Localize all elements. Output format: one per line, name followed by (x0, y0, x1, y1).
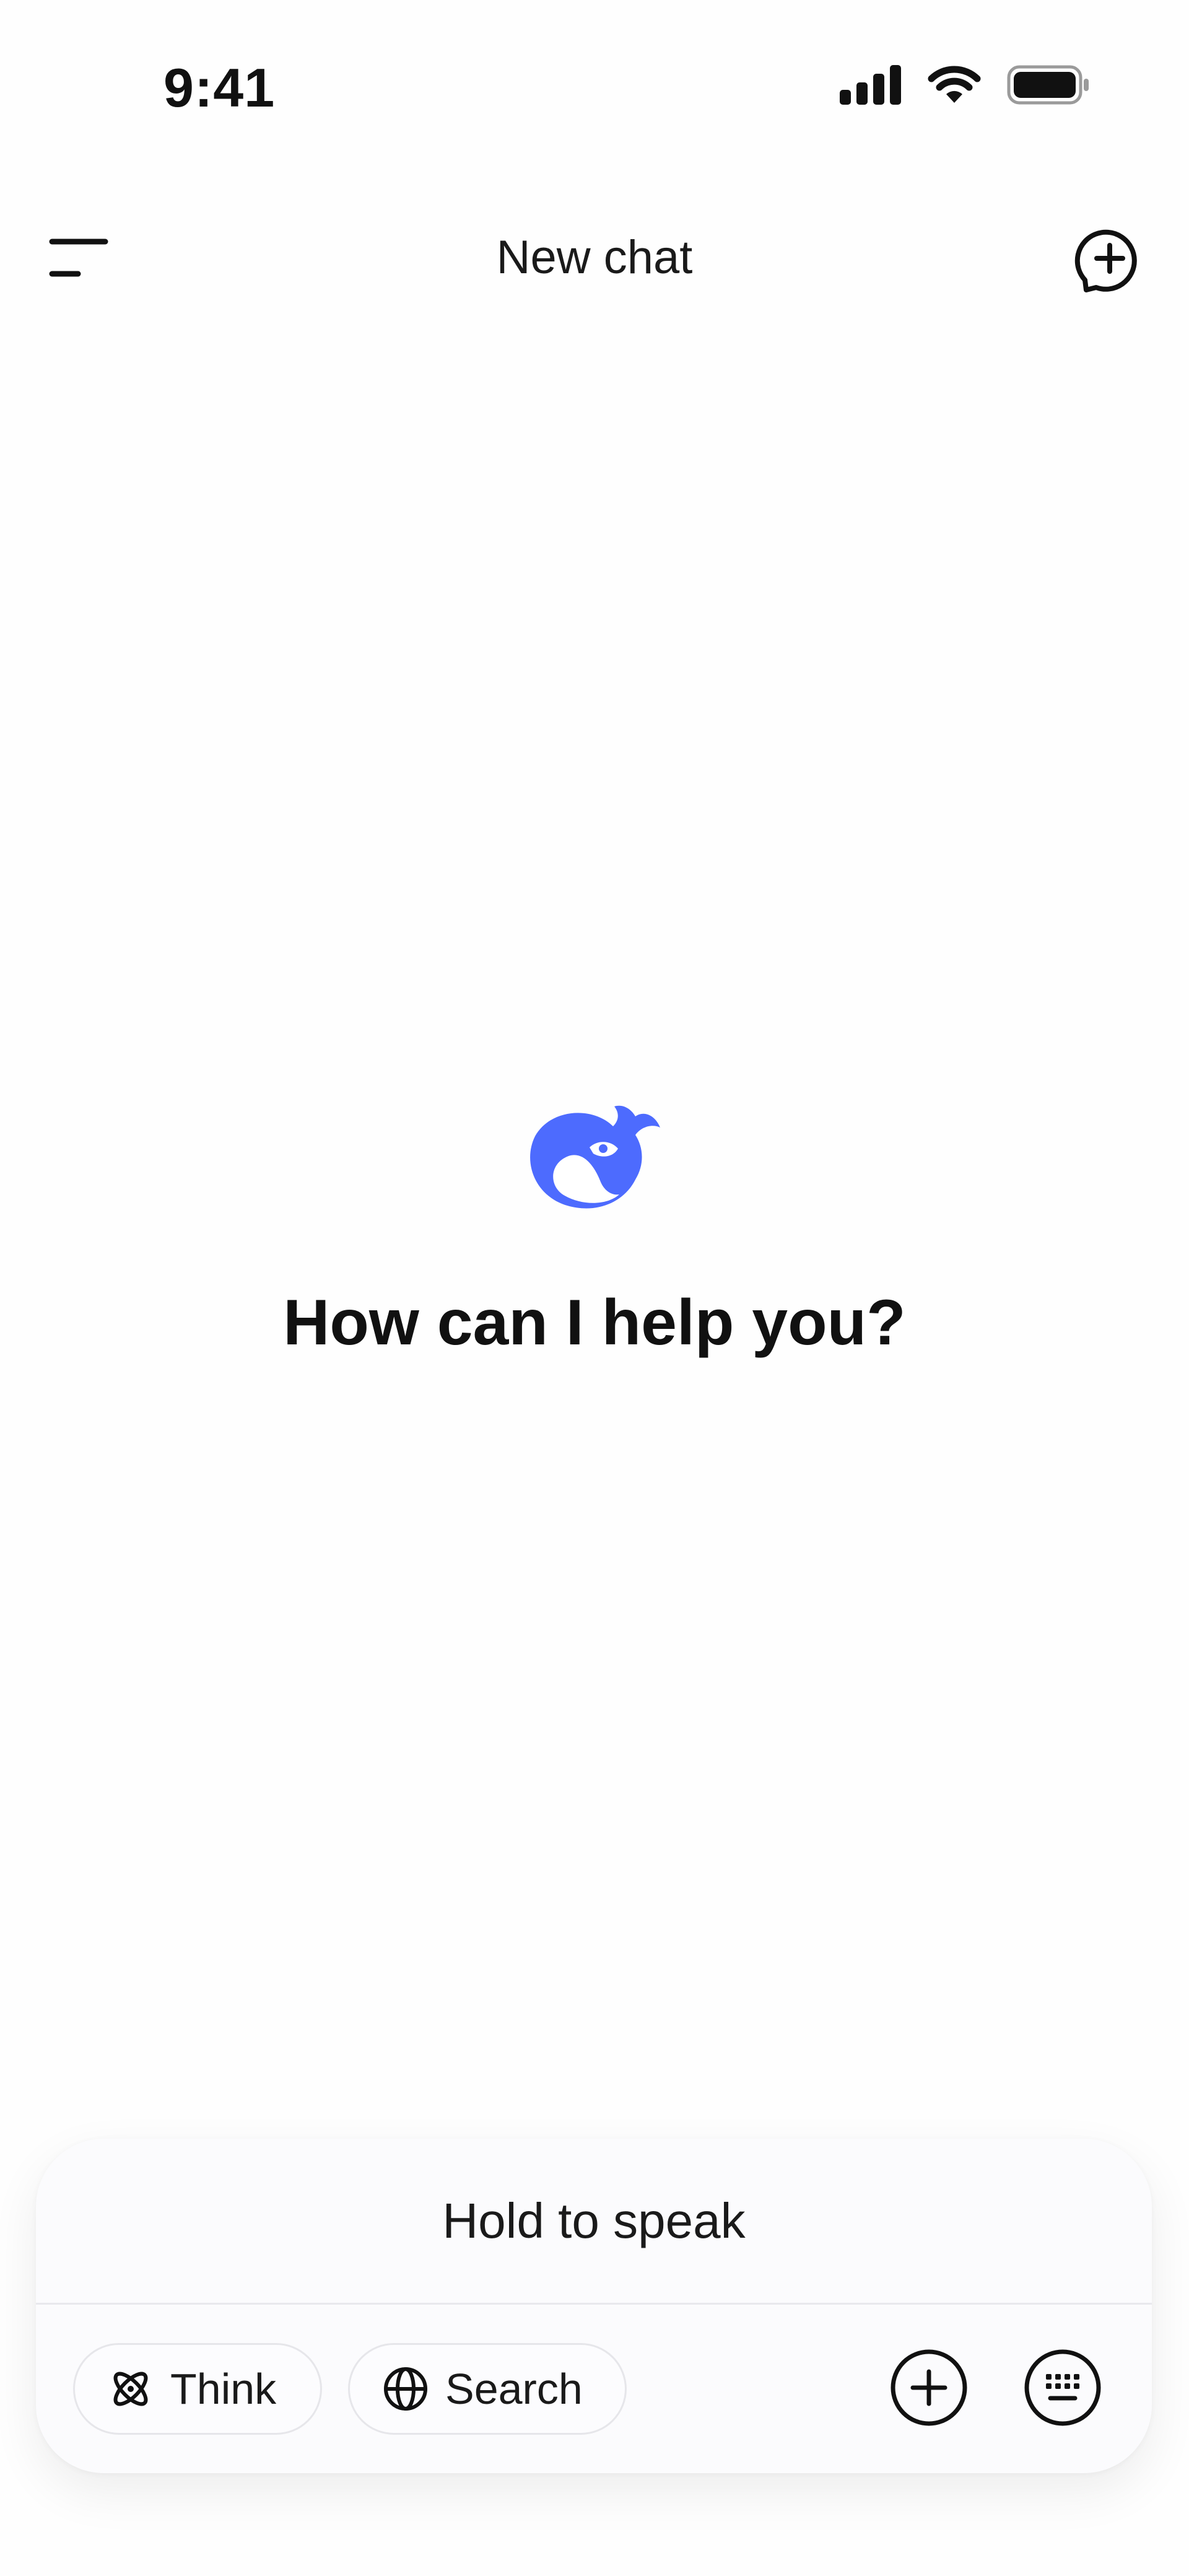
hold-to-speak-button[interactable]: Hold to speak (36, 2139, 1152, 2305)
think-label: Think (170, 2365, 277, 2413)
search-label: Search (445, 2365, 583, 2413)
status-time: 9:41 (163, 57, 276, 118)
status-bar: 9:41 (0, 0, 1189, 173)
status-icons (840, 64, 1090, 105)
hold-to-speak-label: Hold to speak (442, 2193, 746, 2248)
globe-icon (384, 2367, 427, 2411)
new-chat-button[interactable] (1071, 221, 1146, 295)
plus-circle-icon (891, 2349, 967, 2426)
attach-button[interactable] (889, 2348, 969, 2427)
keyboard-icon (1024, 2349, 1101, 2426)
nav-header: New chat (0, 211, 1189, 304)
whale-logo-icon (520, 1097, 669, 1220)
greeting-heading: How can I help you? (283, 1287, 906, 1359)
atom-icon (113, 2372, 148, 2406)
app-screen: 9:41 New chat How can I help you? Hold t… (0, 0, 1189, 2576)
composer-panel: Hold to speak Think Search (36, 2139, 1152, 2473)
wifi-icon (928, 66, 981, 103)
think-toggle[interactable]: Think (73, 2343, 322, 2435)
keyboard-button[interactable] (1023, 2348, 1102, 2427)
page-title: New chat (496, 231, 693, 284)
cellular-signal-icon (840, 65, 901, 105)
new-chat-icon (1074, 229, 1137, 292)
battery-icon (1007, 65, 1089, 105)
search-toggle[interactable]: Search (348, 2343, 627, 2435)
